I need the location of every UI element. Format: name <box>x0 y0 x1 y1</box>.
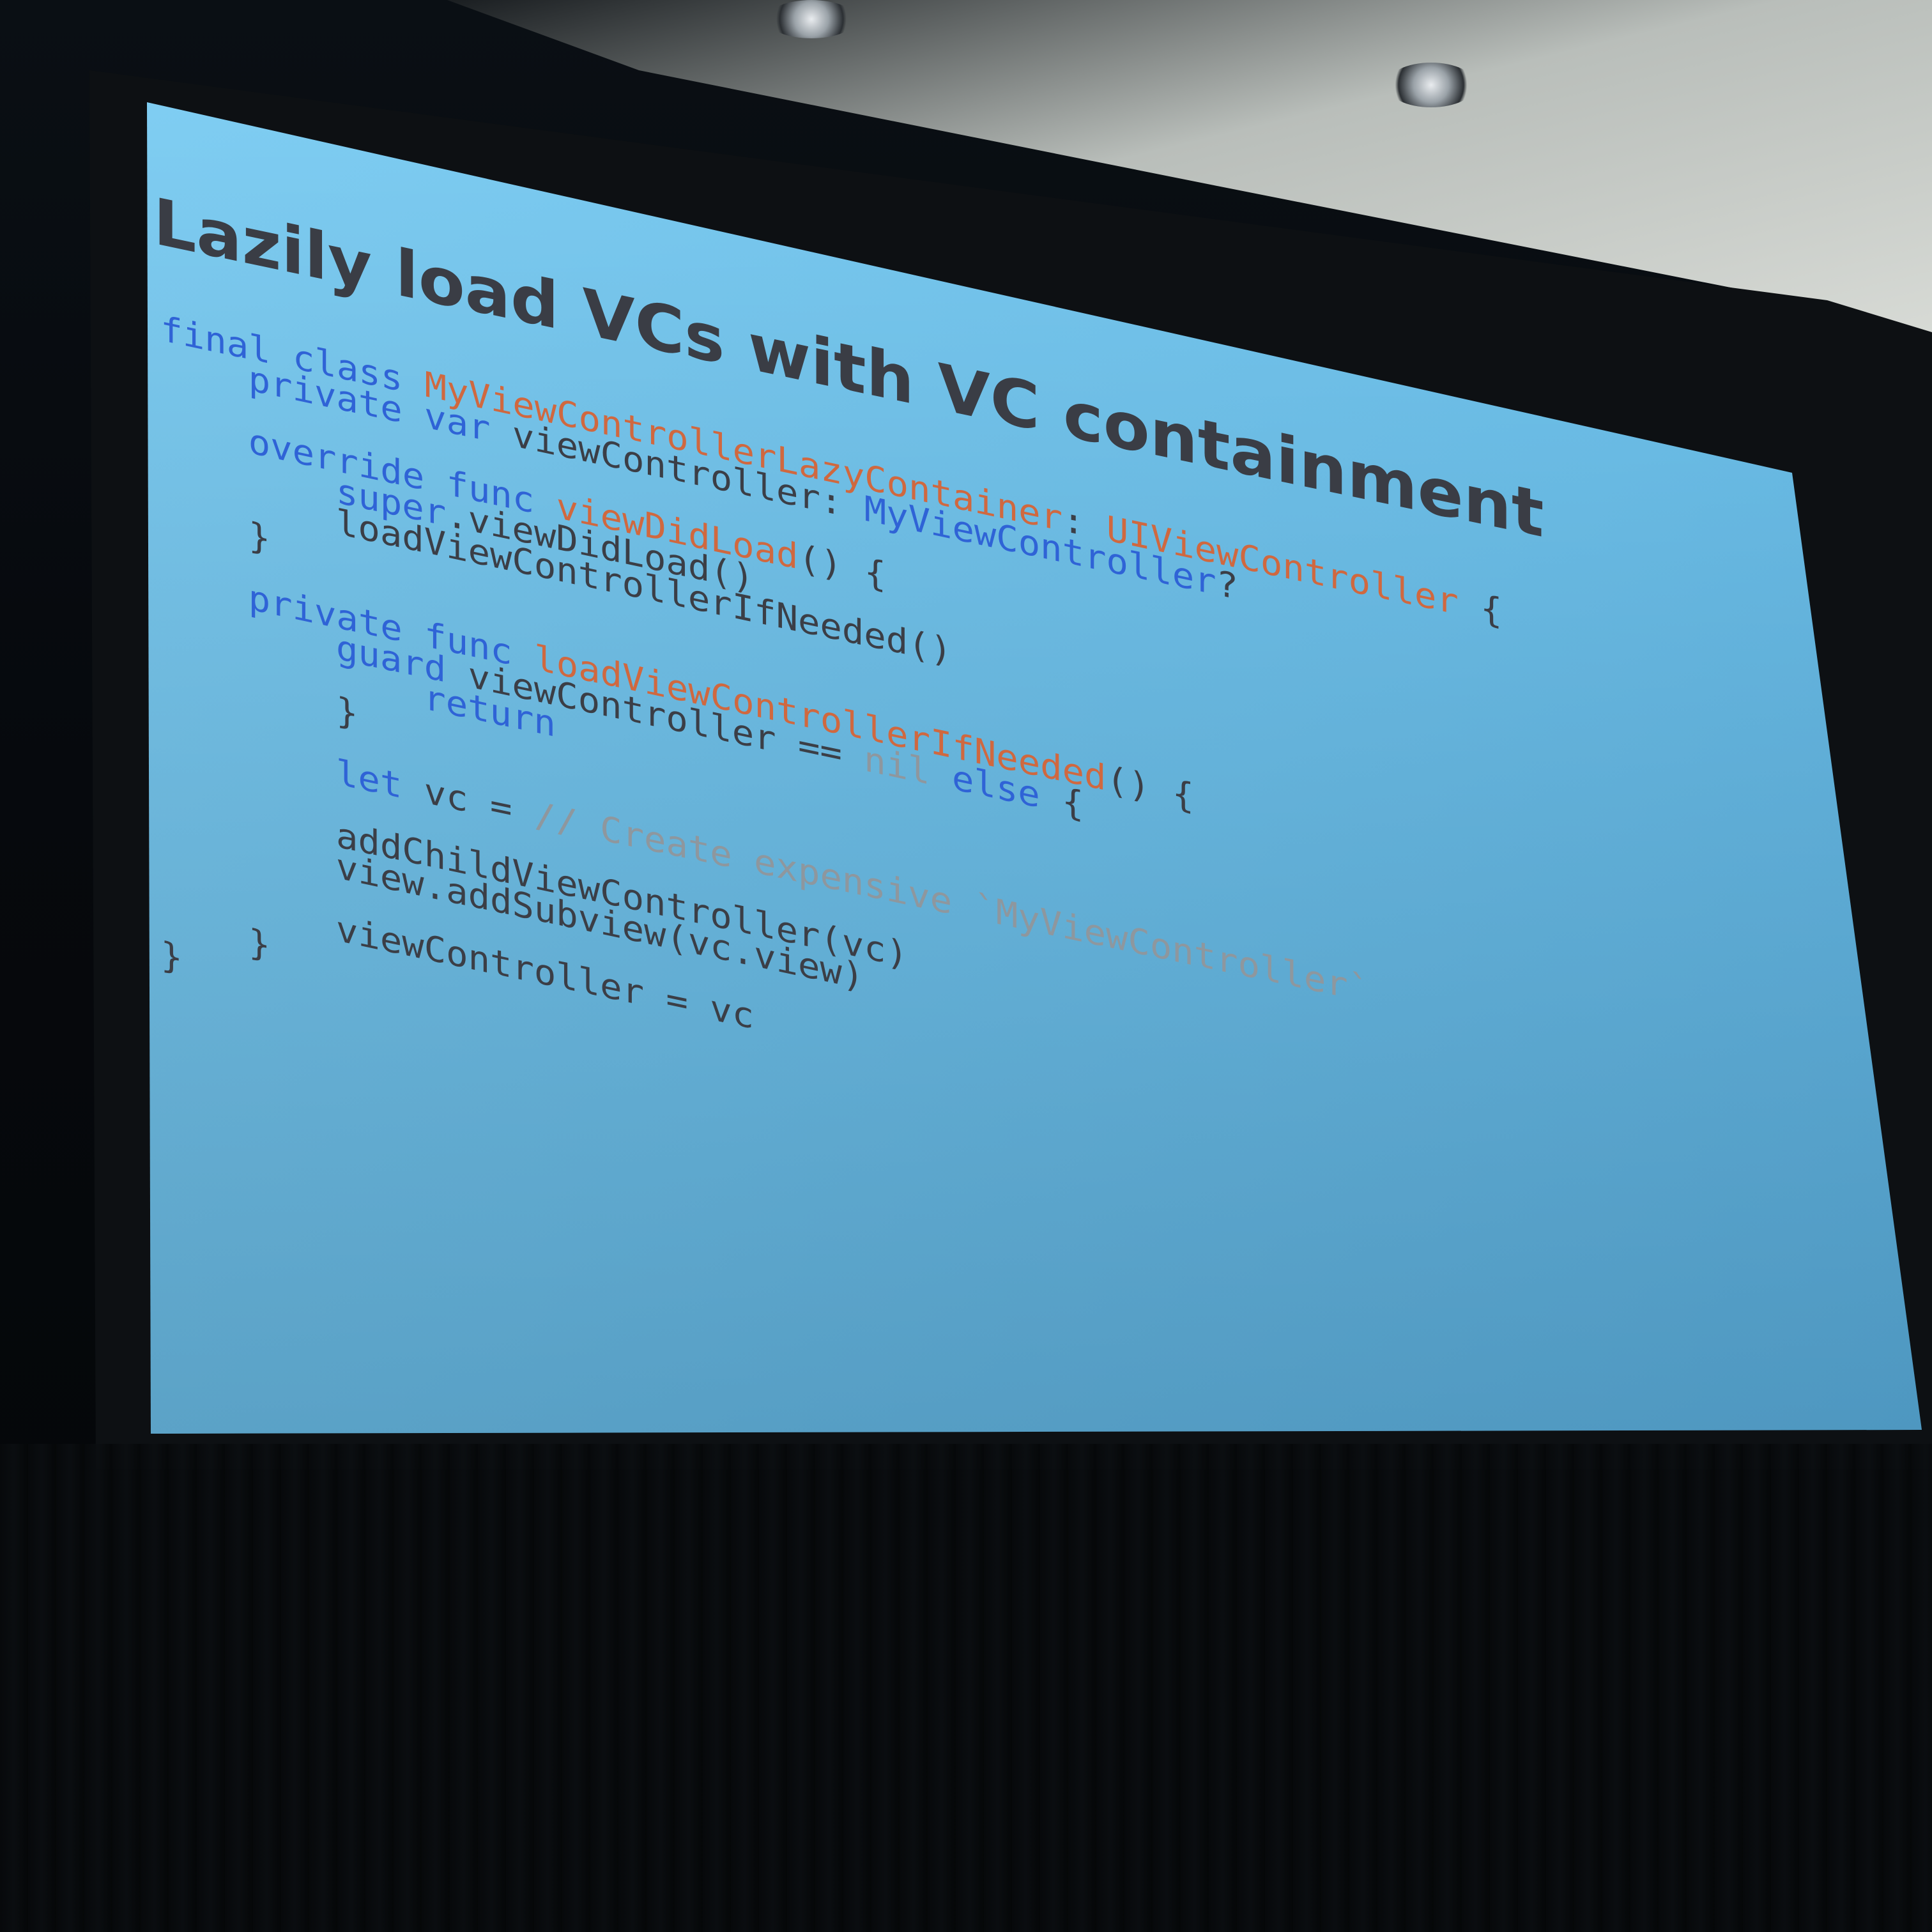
stage-curtain <box>0 1444 1932 1932</box>
code-token: ? <box>1216 564 1238 608</box>
code-line: } <box>249 515 270 560</box>
code-token: } <box>160 935 182 979</box>
code-line: } <box>160 935 182 979</box>
code-line: } <box>249 922 270 967</box>
code-token: } <box>249 922 270 967</box>
photo-scene: Lazily load VCs with VC containment fina… <box>0 0 1932 1932</box>
code-token: } <box>249 515 270 560</box>
code-token: } <box>336 690 358 735</box>
code-line: } <box>336 690 358 735</box>
